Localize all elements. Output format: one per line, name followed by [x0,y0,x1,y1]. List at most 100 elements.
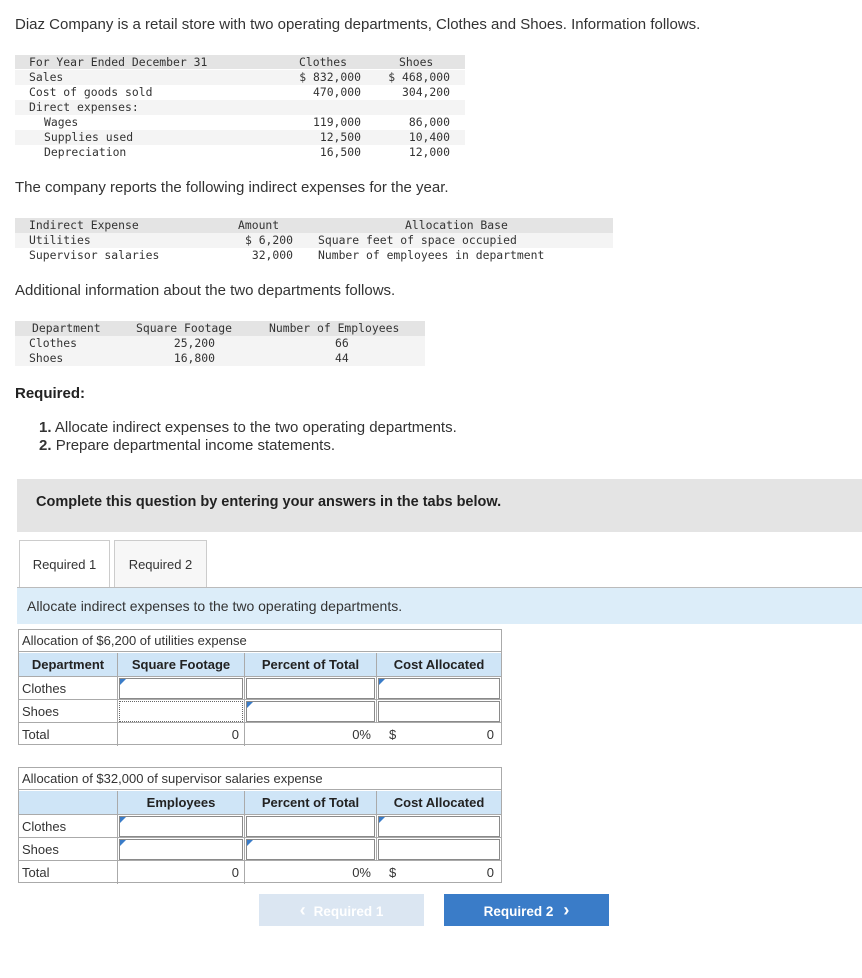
tab-instruction: Allocate indirect expenses to the two op… [17,588,862,624]
header-clothes: Clothes [299,55,348,69]
header-indirect-expense: Indirect Expense [29,218,139,232]
header-allocation-base: Allocation Base [405,218,508,232]
table-row-band [15,351,425,366]
column-divider [244,791,245,884]
header-cost-allocated: Cost Allocated [393,657,485,672]
row-clothes: 470,000 [312,85,361,99]
header-employees: Employees [146,795,216,810]
required-item-text: Prepare departmental income statements. [55,437,335,454]
shoes-percent-input[interactable] [246,839,375,860]
indirect-expenses-text: The company reports the following indire… [15,179,449,196]
required-item-text: Allocate indirect expenses to the two op… [54,419,457,436]
total-row: Total 0 0% $ 0 [19,723,501,746]
header-percent-total: Percent of Total [261,795,360,810]
chevron-right-icon: › [563,900,570,920]
header-department: Department [31,657,105,672]
required-title: Required: [15,385,86,402]
clothes-percent-input[interactable] [246,816,375,837]
utilities-allocation-grid: Allocation of $6,200 of utilities expens… [18,629,502,746]
table-row: Depreciation 16,500 12,000 [15,145,465,160]
table-row: Cost of goods sold 470,000 304,200 [15,85,465,100]
input-flag-icon [120,679,126,685]
next-required-2-button[interactable]: Required 2 › [444,894,609,926]
shoes-cost-input[interactable] [378,701,500,722]
row-shoes: 12,000 [408,145,450,159]
clothes-employees-input[interactable] [119,816,243,837]
tab-required-2[interactable]: Required 2 [114,540,207,588]
grid-caption: Allocation of $32,000 of supervisor sala… [19,768,501,790]
row-label: Depreciation [44,145,127,159]
clothes-cost-input[interactable] [378,816,500,837]
row-label: Clothes [29,336,78,350]
shoes-cost-input[interactable] [378,839,500,860]
row-shoes: 10,400 [408,130,450,144]
row-label: Sales [29,70,64,84]
row-shoes: 304,200 [401,85,450,99]
input-flag-icon [247,840,253,846]
header-cost-allocated: Cost Allocated [393,795,485,810]
input-flag-icon [120,840,126,846]
table-row: Shoes [19,838,501,861]
input-flag-icon [379,679,385,685]
row-employees: 44 [335,351,349,365]
table-row: Shoes [19,700,501,723]
input-flag-icon [247,702,253,708]
clothes-cost-input[interactable] [378,678,500,699]
shoes-percent-input[interactable] [246,701,375,722]
tab-required-1[interactable]: Required 1 [19,540,110,588]
row-square-footage: 16,800 [173,351,215,365]
row-amount: $ 6,200 [244,233,293,247]
row-label: Supervisor salaries [29,248,160,262]
row-label: Utilities [29,233,91,247]
header-square-footage: Square Footage [136,321,233,335]
grid-caption: Allocation of $6,200 of utilities expens… [19,630,501,652]
table-row: Direct expenses: [15,100,465,115]
header-shoes: Shoes [399,55,434,69]
row-label: Wages [44,115,79,129]
required-list: 1. Allocate indirect expenses to the two… [39,419,457,455]
clothes-percent-input[interactable] [246,678,375,699]
header-department: Department [32,321,101,335]
required-item: 1. Allocate indirect expenses to the two… [39,419,457,437]
total-percent: 0% [352,727,371,742]
table-row-band [15,233,613,248]
grid-header-row: Department Square Footage Percent of Tot… [19,653,501,677]
table-row: Sales $ 832,000 $ 468,000 [15,70,465,85]
row-base: Number of employees in department [318,248,545,262]
shoes-employees-input[interactable] [119,839,243,860]
row-base: Square feet of space occupied [318,233,517,247]
header-percent-total: Percent of Total [261,657,360,672]
row-shoes: $ 468,000 [388,70,450,84]
previous-required-1-button[interactable]: ‹ Required 1 [259,894,424,926]
input-flag-icon [120,817,126,823]
total-employees: 0 [231,865,239,880]
header-blank [19,791,117,815]
row-label: Cost of goods sold [29,85,153,99]
clothes-square-footage-input[interactable] [119,678,243,699]
column-divider [117,791,118,884]
row-label-clothes: Clothes [22,819,67,834]
header-number-employees: Number of Employees [269,321,400,335]
banner-text: Complete this question by entering your … [36,494,502,510]
intro-text: Diaz Company is a retail store with two … [15,16,701,33]
table-header-row: For Year Ended December 31 Clothes Shoes [15,55,465,70]
row-shoes: 86,000 [408,115,450,129]
header-amount: Amount [238,218,280,232]
salaries-allocation-grid: Allocation of $32,000 of supervisor sala… [18,767,502,884]
column-divider [117,653,118,746]
total-cost-allocated: 0 [486,865,494,880]
instruction-text: Allocate indirect expenses to the two op… [27,598,403,614]
row-label: Supplies used [44,130,134,144]
required-item: 2. Prepare departmental income statement… [39,437,457,455]
previous-button-label: Required 1 [313,904,384,919]
row-clothes: 119,000 [312,115,361,129]
required-item-number: 2. [39,437,52,454]
additional-info-text: Additional information about the two dep… [15,282,396,299]
shoes-square-footage-input[interactable] [119,701,243,722]
input-flag-icon [379,817,385,823]
table-row: Clothes [19,815,501,838]
row-label-shoes: Shoes [22,842,59,857]
row-employees: 66 [335,336,349,350]
header-label: For Year Ended December 31 [29,55,208,69]
row-clothes: 12,500 [319,130,361,144]
